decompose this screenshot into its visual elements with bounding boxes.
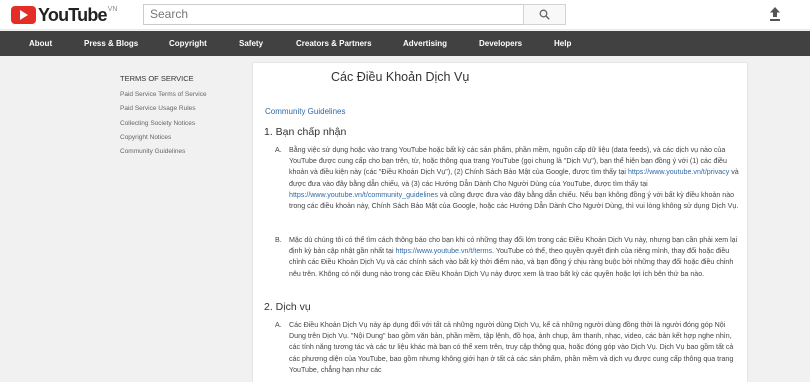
nav-safety[interactable]: Safety (239, 31, 263, 56)
nav-help[interactable]: Help (554, 31, 571, 56)
sidebar-link-paid-service-usage-rules[interactable]: Paid Service Usage Rules (120, 102, 207, 116)
nav-about[interactable]: About (29, 31, 52, 56)
section-1-title: 1. Bạn chấp nhận (264, 126, 347, 138)
section-2-paragraph-a: A. Các Điều Khoản Dịch Vụ này áp dụng đố… (275, 320, 743, 376)
top-header: YouTube VN Search (0, 0, 810, 30)
youtube-logo[interactable]: YouTube VN (11, 5, 117, 25)
nav-developers[interactable]: Developers (479, 31, 522, 56)
sidebar-link-paid-service-terms[interactable]: Paid Service Terms of Service (120, 88, 207, 102)
community-guidelines-url-link[interactable]: https://www.youtube.vn/t/community_guide… (289, 191, 438, 199)
sidebar-link-community-guidelines[interactable]: Community Guidelines (120, 145, 207, 159)
nav-creators-partners[interactable]: Creators & Partners (296, 31, 372, 56)
paragraph-text: Mặc dù chúng tôi có thể tìm cách thông b… (289, 235, 743, 280)
sidebar-link-collecting-society-notices[interactable]: Collecting Society Notices (120, 117, 207, 131)
paragraph-marker: B. (275, 236, 282, 244)
community-guidelines-link[interactable]: Community Guidelines (265, 107, 345, 116)
play-logo-icon (11, 6, 36, 24)
sidebar: TERMS OF SERVICE Paid Service Terms of S… (120, 74, 207, 159)
paragraph-text: Các Điều Khoản Dịch Vụ này áp dụng đối v… (289, 321, 734, 374)
main-nav: About Press & Blogs Copyright Safety Cre… (0, 31, 810, 56)
section-1-paragraph-a: A. Bằng việc sử dụng hoặc vào trang YouT… (275, 145, 743, 212)
page-title: Các Điều Khoản Dịch Vụ (331, 70, 470, 84)
search-input[interactable]: Search (143, 4, 524, 25)
sidebar-link-copyright-notices[interactable]: Copyright Notices (120, 131, 207, 145)
terms-content: Các Điều Khoản Dịch Vụ Community Guideli… (252, 62, 748, 382)
paragraph-marker: A. (275, 321, 282, 329)
nav-copyright[interactable]: Copyright (169, 31, 207, 56)
upload-icon[interactable] (768, 6, 782, 22)
paragraph-text: Bằng việc sử dụng hoặc vào trang YouTube… (289, 145, 743, 212)
privacy-link[interactable]: https://www.youtube.vn/t/privacy (628, 168, 729, 176)
search-icon (539, 9, 550, 20)
search-button[interactable] (523, 4, 566, 25)
sidebar-heading: TERMS OF SERVICE (120, 74, 194, 83)
nav-press-blogs[interactable]: Press & Blogs (84, 31, 138, 56)
terms-link[interactable]: https://www.youtube.vn/t/terms (396, 247, 493, 255)
nav-advertising[interactable]: Advertising (403, 31, 447, 56)
paragraph-marker: A. (275, 146, 282, 154)
section-2-title: 2. Dịch vụ (264, 301, 311, 313)
logo-text: YouTube (38, 5, 108, 25)
section-1-paragraph-b: B. Mặc dù chúng tôi có thể tìm cách thôn… (275, 235, 743, 280)
logo-region: VN (107, 5, 118, 13)
